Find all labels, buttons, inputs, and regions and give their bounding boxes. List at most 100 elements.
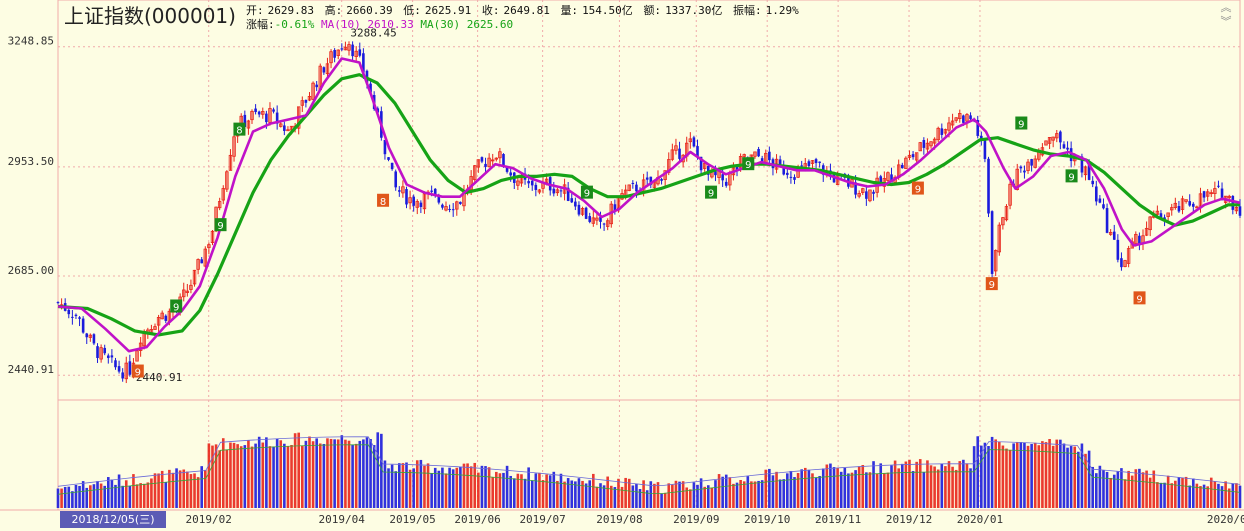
volume-bar [1030, 444, 1033, 508]
volume-bar [602, 485, 606, 508]
volume-bar [1112, 474, 1116, 508]
volume-bar [800, 469, 803, 508]
volume-bar [221, 438, 225, 508]
collapse-up-icon[interactable]: ︽ [1218, 2, 1234, 13]
candle-body [602, 223, 606, 225]
kline-chart[interactable]: 3248.85 2953.50 2685.00 2440.91 2019/02 2019/… [0, 0, 1244, 531]
volume-bar [577, 478, 581, 508]
candle-body [911, 154, 915, 158]
volume-bar [318, 443, 322, 508]
volume-bar [265, 437, 268, 508]
volume-bar [1087, 450, 1091, 508]
volume-bar [110, 479, 114, 508]
candle-body [962, 115, 965, 123]
volume-bar [933, 466, 936, 508]
candle-body [584, 207, 588, 219]
candle-body [340, 48, 344, 50]
volume-bar [1141, 472, 1145, 508]
candle-body [789, 176, 793, 178]
volume-bar [789, 470, 793, 508]
candle-body [1094, 186, 1098, 202]
candle-body [969, 115, 972, 120]
candle-body [117, 366, 121, 372]
volume-bar [484, 466, 487, 508]
candle-body [678, 148, 681, 159]
candle-body [692, 137, 696, 147]
volume-bar [893, 460, 897, 508]
expand-down-icon[interactable]: ︾ [1218, 16, 1234, 27]
volume-bar [473, 462, 477, 508]
volume-bar [786, 473, 789, 508]
candle-body [534, 184, 538, 190]
volume-bar [301, 445, 304, 508]
candle-body [200, 259, 204, 264]
volume-bar [904, 461, 908, 508]
volume-bar [1023, 442, 1026, 508]
volume-bar [74, 484, 78, 508]
volume-bar [1105, 471, 1109, 508]
volume-bar [721, 476, 724, 508]
ma10-value: 2610.33 [367, 18, 414, 31]
volume-bar [599, 483, 602, 508]
volume-bar [990, 436, 994, 508]
volume-bar [279, 440, 283, 508]
volume-bar [365, 437, 369, 508]
candle-body [721, 174, 724, 181]
candle-body [451, 209, 455, 211]
candle-body [757, 149, 760, 157]
td-badge-label: 9 [135, 368, 141, 379]
x-tick-label: 2019/11 [815, 513, 861, 526]
volume-bar [153, 473, 157, 508]
volume-bar [1066, 447, 1069, 508]
candle-body [509, 172, 512, 176]
volume-bar [710, 488, 714, 508]
volume-bar [351, 444, 354, 508]
volume-bar [653, 483, 656, 508]
volume-bar [304, 440, 308, 508]
volume-bar [538, 472, 541, 508]
volume-bar [926, 460, 929, 508]
volume-bar [1069, 446, 1073, 508]
volume-bar [146, 482, 150, 508]
volume-bar [498, 473, 502, 508]
volume-bar [778, 479, 782, 508]
volume-bar [63, 486, 67, 508]
volume-bar [444, 473, 448, 508]
volume-bar [1055, 439, 1059, 508]
candle-body [900, 164, 904, 169]
candle-body [114, 360, 117, 368]
volume-bar [922, 472, 926, 508]
volume-bar [283, 443, 286, 508]
volume-value: 154.50亿 [582, 4, 633, 17]
candle-body [800, 165, 803, 167]
candle-body [987, 158, 990, 214]
volume-bar [1059, 439, 1062, 508]
volume-bar [204, 469, 207, 508]
volume-bar [1084, 453, 1087, 508]
volume-bar [218, 450, 221, 508]
volume-bar [358, 440, 362, 508]
volume-bar [405, 462, 408, 508]
volume-bar [286, 446, 290, 508]
volume-bar [635, 483, 638, 508]
volume-bar [1127, 470, 1130, 508]
x-tick-label: 2020/05/25 [1207, 513, 1244, 526]
candle-body [574, 201, 577, 207]
candle-body [1062, 144, 1066, 149]
volume-bar [1094, 473, 1098, 508]
candle-body [96, 346, 99, 358]
volume-bar [139, 483, 142, 508]
amount-value: 1337.30亿 [665, 4, 723, 17]
volume-bar [1026, 445, 1030, 508]
volume-bar [1077, 451, 1080, 508]
volume-bar [390, 464, 394, 508]
candle-body [480, 157, 484, 162]
volume-bar [243, 445, 247, 508]
volume-bar [1145, 470, 1148, 508]
volume-bar [164, 482, 168, 508]
volume-bar [987, 445, 990, 508]
volume-bar [581, 480, 584, 508]
volume-bar [308, 436, 311, 508]
volume-bar [681, 481, 685, 508]
candle-body [67, 309, 71, 315]
